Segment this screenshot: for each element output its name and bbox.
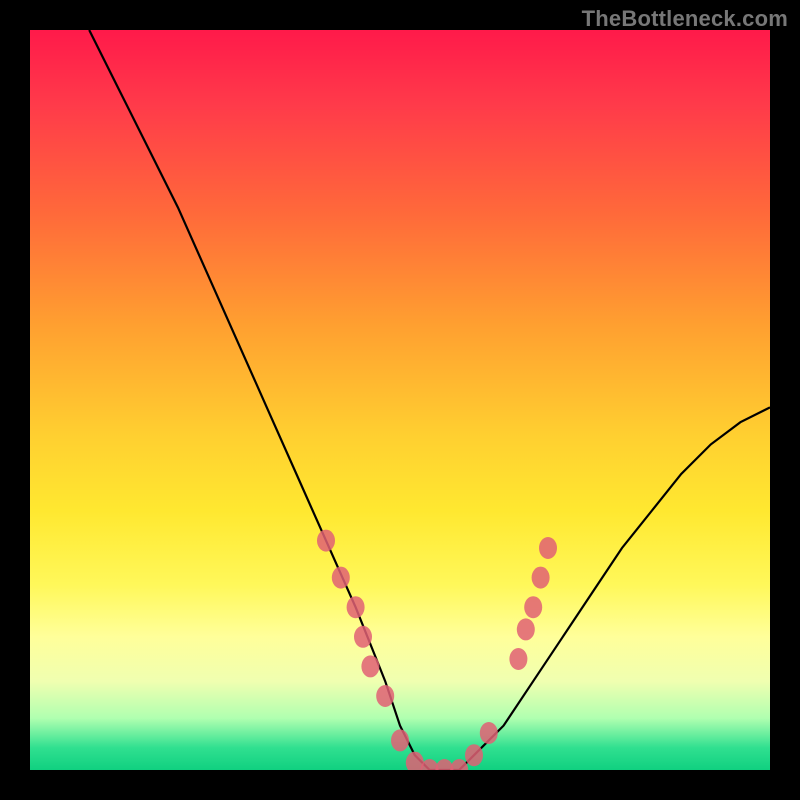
- plot-area: [30, 30, 770, 770]
- curve-marker: [450, 759, 468, 770]
- curve-marker: [480, 722, 498, 744]
- curve-marker: [332, 567, 350, 589]
- curve-marker: [361, 655, 379, 677]
- curve-marker: [391, 729, 409, 751]
- curve-marker: [347, 596, 365, 618]
- curve-marker: [465, 744, 483, 766]
- curve-marker: [376, 685, 394, 707]
- curve-marker: [532, 567, 550, 589]
- chart-frame: TheBottleneck.com: [0, 0, 800, 800]
- curve-marker: [517, 618, 535, 640]
- curve-marker: [509, 648, 527, 670]
- curve-marker: [539, 537, 557, 559]
- watermark-text: TheBottleneck.com: [582, 6, 788, 32]
- curve-marker: [317, 530, 335, 552]
- curve-marker: [354, 626, 372, 648]
- curve-marker: [524, 596, 542, 618]
- bottleneck-curve: [30, 30, 770, 770]
